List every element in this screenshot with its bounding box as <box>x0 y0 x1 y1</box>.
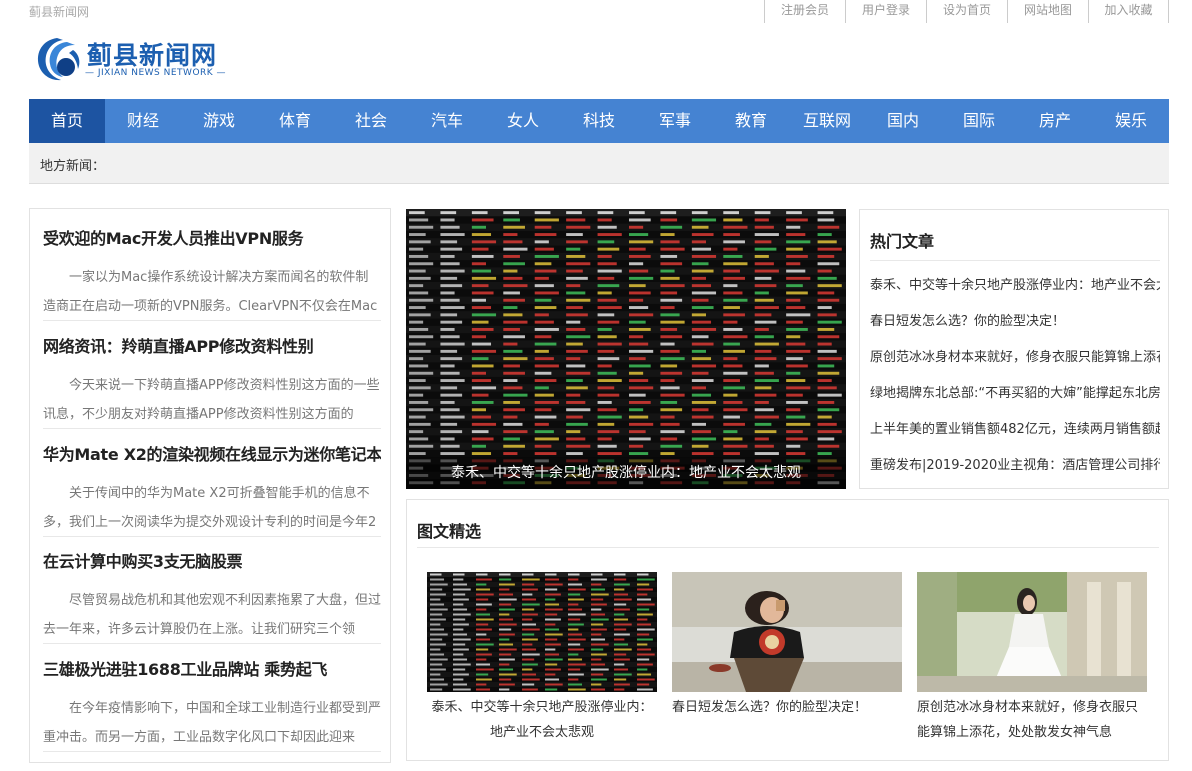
nav-item[interactable]: 首页 <box>29 99 105 143</box>
article-item: 网络资讯：羚萌直播APP修改资料性别今天来说一下羚萌直播APP修改资料性别这方面… <box>43 335 381 429</box>
stock-table-image <box>406 209 846 489</box>
article-summary: 关于传闻中的华为Mate X2可折叠智能手机的信息不多，我们上一次阅读华为提交外… <box>43 479 381 537</box>
nav-item[interactable]: 互联网 <box>789 99 865 143</box>
logo-title: 蓟县新闻网 <box>87 41 218 70</box>
top-links: 注册会员 用户登录 设为首页 网站地图 加入收藏 <box>764 0 1169 23</box>
headline-slider[interactable]: 泰禾、中交等十余只地产股涨停业内：地产业不会太悲观 <box>406 209 846 489</box>
picture-caption[interactable]: 泰禾、中交等十余只地产股涨停业内：地产业不会太悲观 <box>427 695 657 745</box>
article-summary: 今天来说一下羚萌直播APP修改资料性别这方面的一些讯息，不少朋友对羚萌直播APP… <box>43 371 381 429</box>
hot-article-link[interactable]: 重磅发布|2019-2020业主视角：酒店管理公司排行榜 <box>870 456 1160 476</box>
add-favorite-link[interactable]: 加入收藏 <box>1088 0 1169 23</box>
nav-item[interactable]: 女人 <box>485 99 561 143</box>
woman-thumbnail[interactable] <box>672 572 902 692</box>
stock-thumbnail[interactable] <box>427 572 657 692</box>
picture-caption[interactable]: 原创范冰冰身材本来就好，修身衣服只能算锦上添花，处处散发女神气息 <box>917 695 1147 745</box>
nav-item[interactable]: 国际 <box>941 99 1017 143</box>
nav-item[interactable]: 房产 <box>1017 99 1093 143</box>
article-item: 华为Mate X2的渲染视频在线显示为迷你笔记本关于传闻中的华为Mate X2可… <box>43 443 381 537</box>
local-news-label: 地方新闻： <box>40 159 106 174</box>
divider <box>417 547 1159 548</box>
article-item: 在云计算中购买3支无脑股票尽管贸易战危机和其他宏观不利因素拖累了大盘，但过去一年… <box>43 550 381 644</box>
register-link[interactable]: 注册会员 <box>764 0 845 23</box>
set-homepage-link[interactable]: 设为首页 <box>926 0 1007 23</box>
hot-articles: 热门文章 泰禾、中交等十余只地产股涨停业内：地产业不会太悲观春日短发怎么选？你的… <box>859 209 1169 489</box>
nav-item[interactable]: 教育 <box>713 99 789 143</box>
nav-item[interactable]: 财经 <box>105 99 181 143</box>
hot-article-link[interactable]: 春日短发怎么选？你的脸型决定！ <box>870 312 1160 332</box>
model-thumbnail[interactable] <box>917 572 1147 692</box>
logo-swirl-icon <box>37 38 80 81</box>
picture-card[interactable]: 原创范冰冰身材本来就好，修身衣服只能算锦上添花，处处散发女神气息 <box>917 572 1147 745</box>
picture-caption[interactable]: 春日短发怎么选？你的脸型决定！ <box>672 695 902 745</box>
article-item: 受欢迎的Mac开发人员推出VPN服务一家以为Mac操作系统设计解决方案而闻名的软… <box>43 227 381 321</box>
featured-pictures-title: 图文精选 <box>417 522 482 541</box>
slider-caption[interactable]: 泰禾、中交等十余只地产股涨停业内：地产业不会太悲观 <box>406 457 846 489</box>
article-summary: 在今年疫情影响下，中国和全球工业制造行业都受到严重冲击。而另一方面，工业品数字化… <box>43 694 381 752</box>
article-title[interactable]: 在云计算中购买3支无脑股票 <box>43 550 381 574</box>
featured-pictures: 图文精选 泰禾、中交等十余只地产股涨停业内：地产业不会太悲观 春日短发怎么选？你… <box>406 499 1169 761</box>
hot-article-link[interactable]: 上半年美的置业销售额482亿元，连续两月销售额超百亿 <box>870 420 1160 440</box>
nav-item[interactable]: 游戏 <box>181 99 257 143</box>
article-title[interactable]: 三雄极光进驻1688工业品牌站 乘势起飞 <box>43 658 381 682</box>
local-news-bar: 地方新闻： <box>29 143 1169 184</box>
hot-article-link[interactable]: 绿地揭牌东北总部:“不再买貂的大婶”能撑起东北房地产吗 <box>870 384 1160 404</box>
nav-item[interactable]: 社会 <box>333 99 409 143</box>
article-list: 受欢迎的Mac开发人员推出VPN服务一家以为Mac操作系统设计解决方案而闻名的软… <box>29 208 391 763</box>
nav-item[interactable]: 娱乐 <box>1093 99 1169 143</box>
article-item: 三雄极光进驻1688工业品牌站 乘势起飞在今年疫情影响下，中国和全球工业制造行业… <box>43 658 381 752</box>
hot-article-link[interactable]: 原创范冰冰身材本来就好，修身衣服只能算锦上添花，处处散发女神气息 <box>870 348 1160 368</box>
top-bar: 蓟县新闻网 注册会员 用户登录 设为首页 网站地图 加入收藏 <box>0 0 1192 24</box>
article-title[interactable]: 网络资讯：羚萌直播APP修改资料性别 <box>43 335 381 359</box>
main-nav: 首页 财经 游戏 体育 社会 汽车 女人 科技 军事 教育 互联网 国内 国际 房产 娱乐 <box>29 99 1169 143</box>
article-title[interactable]: 受欢迎的Mac开发人员推出VPN服务 <box>43 227 381 251</box>
nav-item[interactable]: 军事 <box>637 99 713 143</box>
login-link[interactable]: 用户登录 <box>845 0 926 23</box>
article-title[interactable]: 华为Mate X2的渲染视频在线显示为迷你笔记本 <box>43 443 381 467</box>
nav-item[interactable]: 科技 <box>561 99 637 143</box>
hot-article-link[interactable]: 泰禾、中交等十余只地产股涨停业内：地产业不会太悲观 <box>870 276 1160 296</box>
article-summary: 尽管贸易战危机和其他宏观不利因素拖累了大盘，但过去一年来，许多云计算股仍在上涨。… <box>43 586 381 644</box>
nav-item[interactable]: 体育 <box>257 99 333 143</box>
sitemap-link[interactable]: 网站地图 <box>1007 0 1088 23</box>
logo-subtitle: — JIXIAN NEWS NETWORK — <box>85 68 227 78</box>
article-summary: 一家以为Mac操作系统设计解决方案而闻名的软件制造商正在启动一项新的VPN服务。… <box>43 263 381 321</box>
picture-card[interactable]: 春日短发怎么选？你的脸型决定！ <box>672 572 902 745</box>
site-logo[interactable]: 蓟县新闻网 — JIXIAN NEWS NETWORK — <box>33 34 233 84</box>
nav-item[interactable]: 国内 <box>865 99 941 143</box>
nav-item[interactable]: 汽车 <box>409 99 485 143</box>
site-name-mini: 蓟县新闻网 <box>29 5 90 19</box>
divider <box>870 260 1160 261</box>
hot-articles-title: 热门文章 <box>870 232 935 251</box>
picture-card[interactable]: 泰禾、中交等十余只地产股涨停业内：地产业不会太悲观 <box>427 572 657 745</box>
